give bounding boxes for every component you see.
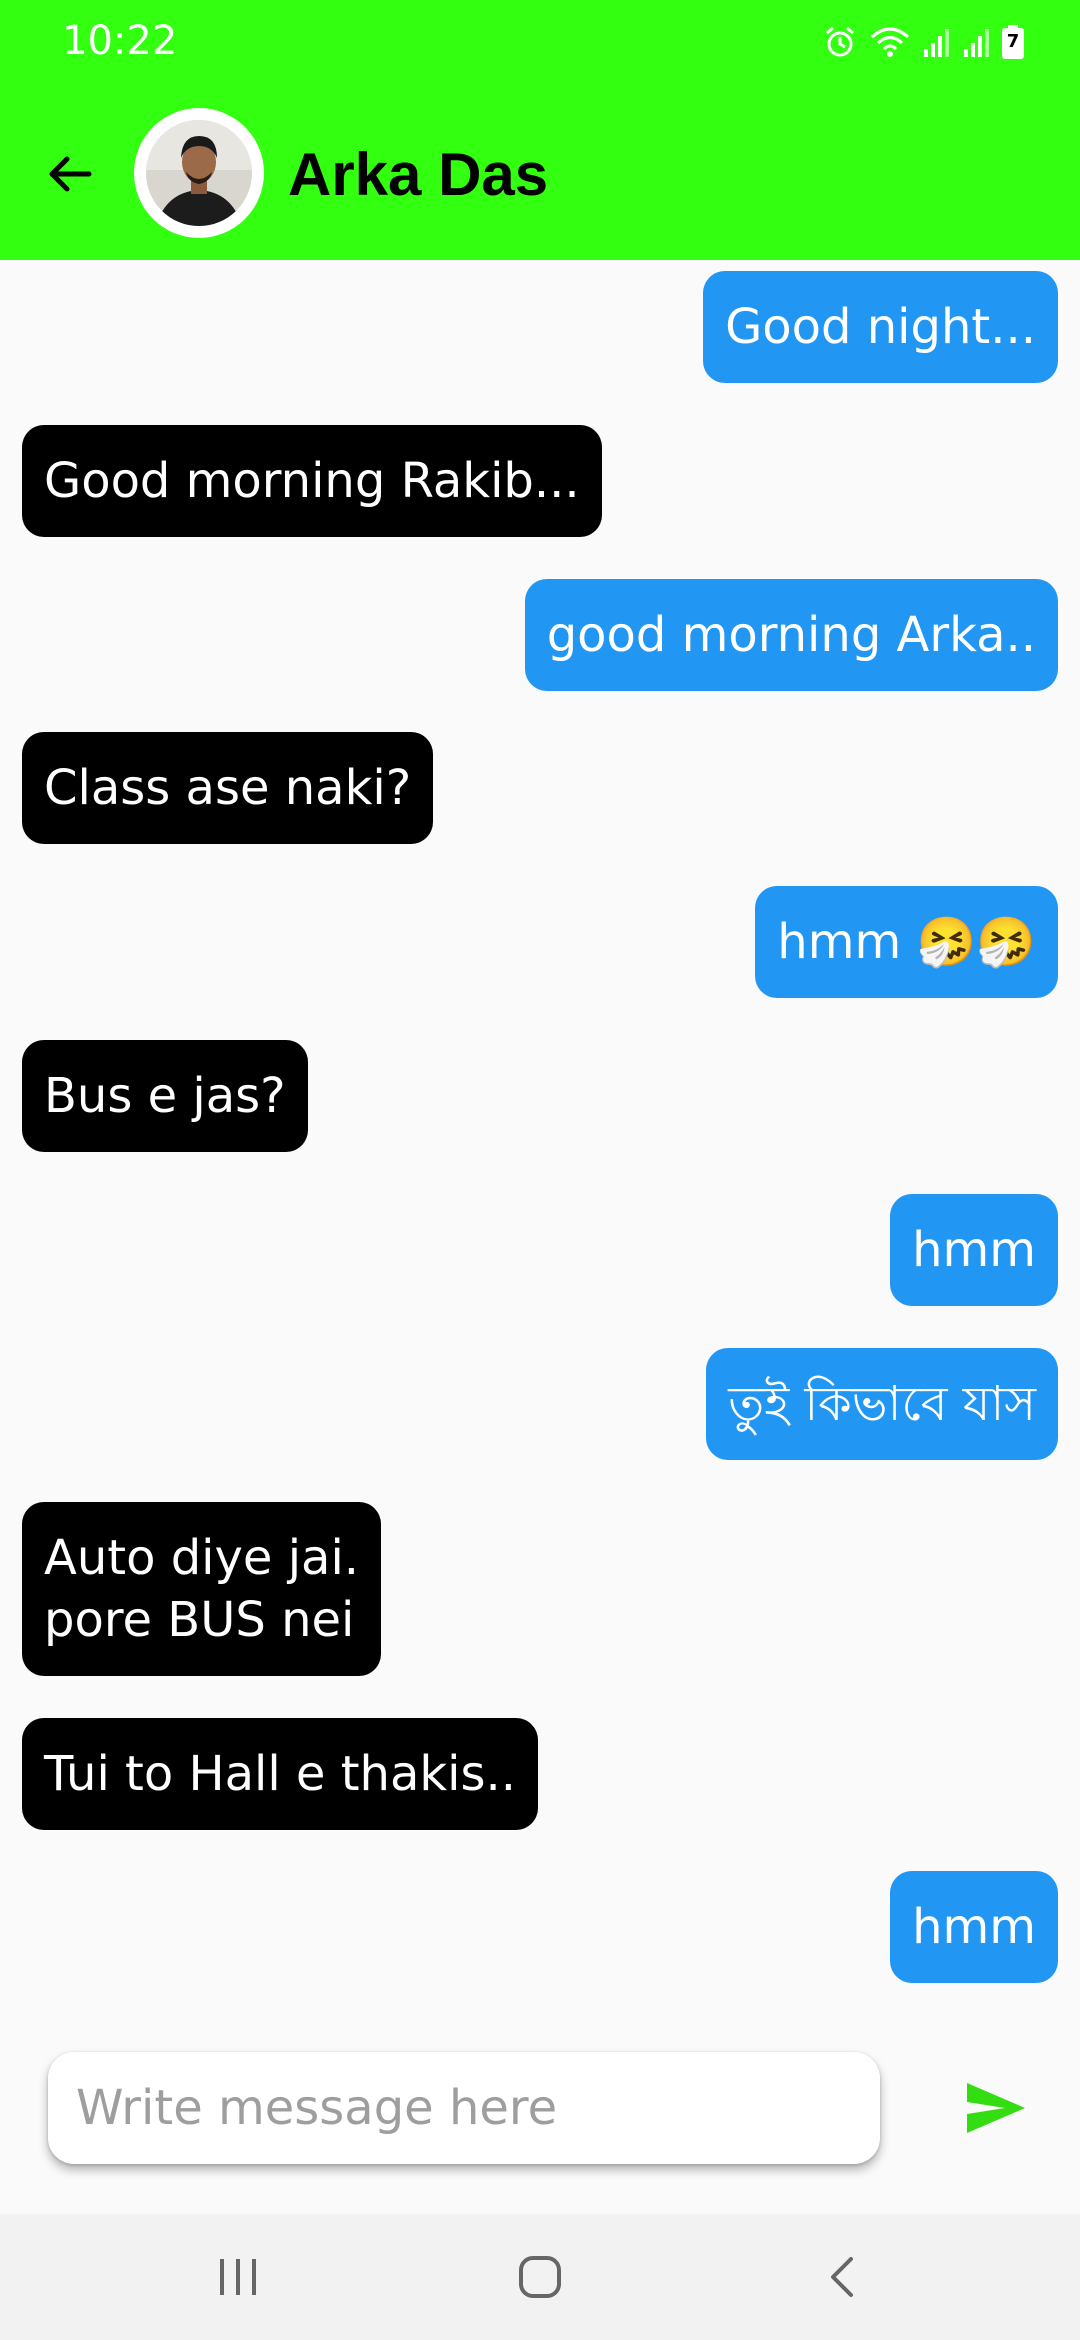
message-text: hmm 🤧🤧 (777, 914, 1036, 970)
home-icon (519, 2256, 561, 2298)
battery-level: 7 (1006, 31, 1020, 52)
nav-back-button[interactable] (802, 2242, 882, 2312)
toolbar: Arka Das (0, 104, 1080, 244)
message-composer (48, 2052, 880, 2164)
system-nav-bar (0, 2214, 1080, 2340)
message-bubble-sent[interactable]: hmm (890, 1194, 1058, 1306)
contact-name[interactable]: Arka Das (288, 140, 548, 209)
status-bar: 10:22 7 (0, 0, 1080, 84)
message-bubble-sent[interactable]: hmm (890, 1871, 1058, 1983)
message-text: good morning Arka.. (546, 607, 1036, 663)
message-bubble-sent[interactable]: Good night... (703, 271, 1058, 383)
message-bubble-sent[interactable]: good morning Arka.. (524, 579, 1058, 691)
status-icons: 7 (822, 22, 1024, 62)
send-icon (967, 2083, 1025, 2133)
app-bar: 10:22 7 Arka Das (0, 0, 1080, 260)
signal-icon-2 (964, 29, 989, 57)
message-bubble-received[interactable]: Tui to Hall e thakis.. (22, 1718, 539, 1830)
message-text: Good night... (725, 299, 1036, 355)
signal-icon-1 (924, 29, 949, 57)
home-button[interactable] (500, 2242, 580, 2312)
message-bubble-received[interactable]: Auto diye jai. pore BUS nei (22, 1502, 382, 1676)
message-bubble-received[interactable]: Bus e jas? (22, 1040, 308, 1152)
recents-button[interactable] (198, 2242, 278, 2312)
message-bubble-sent[interactable]: তুই কিভাবে যাস (706, 1348, 1058, 1460)
message-bubble-received[interactable]: Good morning Rakib... (22, 425, 602, 537)
recents-icon (220, 2259, 256, 2295)
message-text: Class ase naki? (44, 760, 412, 816)
status-time: 10:22 (62, 18, 178, 64)
avatar[interactable] (134, 108, 264, 238)
message-text: hmm (912, 1899, 1036, 1955)
person-avatar-icon (146, 120, 252, 226)
alarm-icon (826, 26, 854, 57)
send-button[interactable] (960, 2072, 1032, 2144)
message-text: তুই কিভাবে যাস (728, 1376, 1036, 1432)
message-bubble-received[interactable]: Class ase naki? (22, 732, 434, 844)
message-text: Good morning Rakib... (44, 453, 580, 509)
message-input[interactable] (74, 2079, 854, 2137)
message-text: Bus e jas? (44, 1068, 286, 1124)
back-chevron-icon (831, 2257, 853, 2297)
battery-icon: 7 (1002, 25, 1024, 59)
arrow-left-icon (49, 156, 92, 192)
message-text: Auto diye jai. pore BUS nei (44, 1530, 360, 1648)
message-text: Tui to Hall e thakis.. (44, 1746, 517, 1802)
wifi-icon (871, 27, 909, 57)
message-bubble-sent[interactable]: hmm 🤧🤧 (755, 886, 1058, 998)
back-button[interactable] (30, 134, 110, 214)
message-text: hmm (912, 1222, 1036, 1278)
message-list[interactable]: Good night... Good morning Rakib... good… (0, 260, 1080, 2030)
